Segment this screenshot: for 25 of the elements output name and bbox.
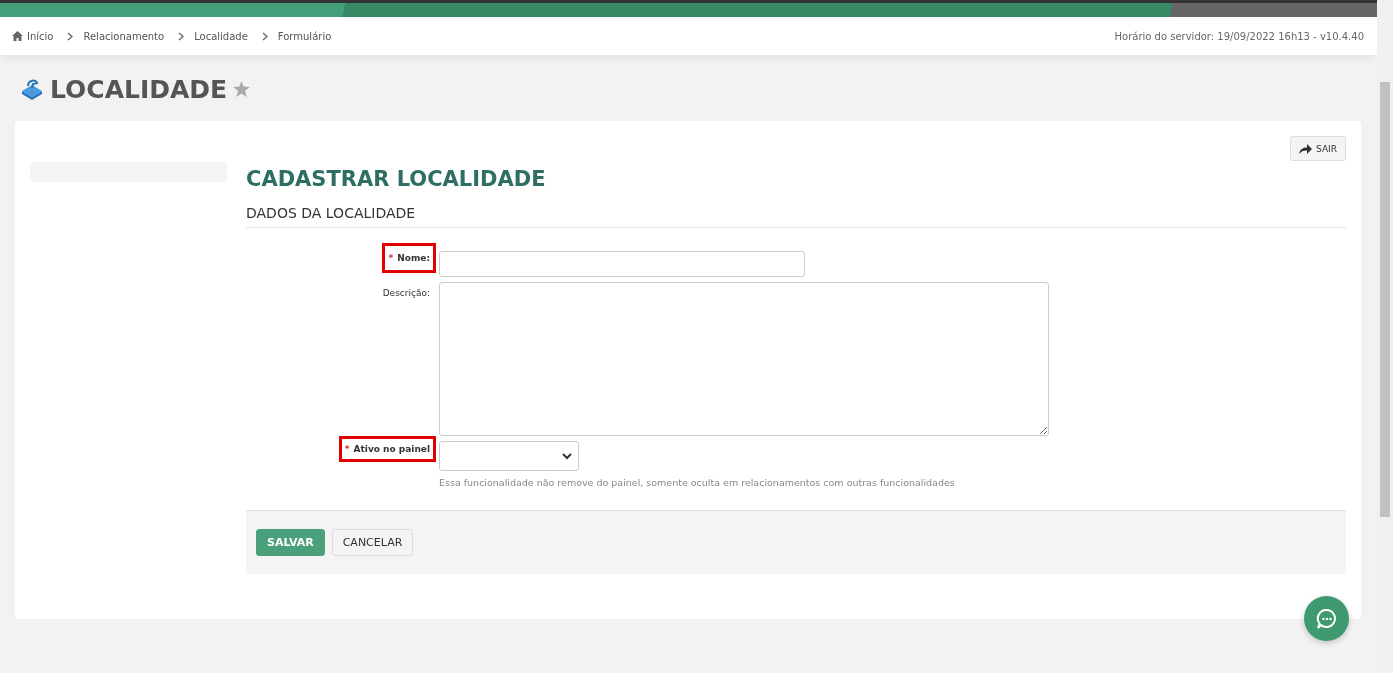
section-title: DADOS DA LOCALIDADE — [246, 205, 1346, 228]
breadcrumb-link[interactable]: Início — [27, 30, 54, 42]
field-label: Descrição: — [381, 287, 431, 300]
form-title: CADASTRAR LOCALIDADE — [246, 167, 547, 191]
chevron-icon — [67, 31, 74, 41]
description-textarea[interactable] — [439, 282, 1049, 436]
share-arrow-icon — [1299, 143, 1313, 154]
chat-bubble-icon — [1315, 607, 1338, 630]
chevron-icon — [261, 31, 268, 41]
field-label: * Ativo no painel — [338, 436, 436, 462]
server-info: Horário do servidor: 19/09/2022 16h13 - v10.4.40 — [1114, 30, 1364, 42]
field-label: * Nome: — [382, 243, 436, 273]
name-input[interactable] — [439, 251, 805, 277]
select-dropdown[interactable] — [439, 441, 579, 471]
exit-button[interactable]: SAIR — [1290, 136, 1346, 161]
home-icon — [12, 31, 23, 41]
help-text: Essa funcionalidade não remove do painel, somente oculta em relacionamentos com outras funcionalidades — [439, 477, 955, 488]
chevron-icon — [178, 31, 185, 41]
breadcrumb-link[interactable]: Localidade — [194, 30, 248, 42]
breadcrumb-link[interactable]: Relacionamento — [83, 30, 165, 42]
cancel-button[interactable]: CANCELAR — [331, 529, 414, 556]
star-icon[interactable] — [233, 81, 251, 97]
chevron-down-icon — [562, 452, 572, 460]
breadcrumb-link[interactable]: Formulário — [277, 30, 332, 42]
page-title: LOCALIDADE — [50, 74, 228, 104]
